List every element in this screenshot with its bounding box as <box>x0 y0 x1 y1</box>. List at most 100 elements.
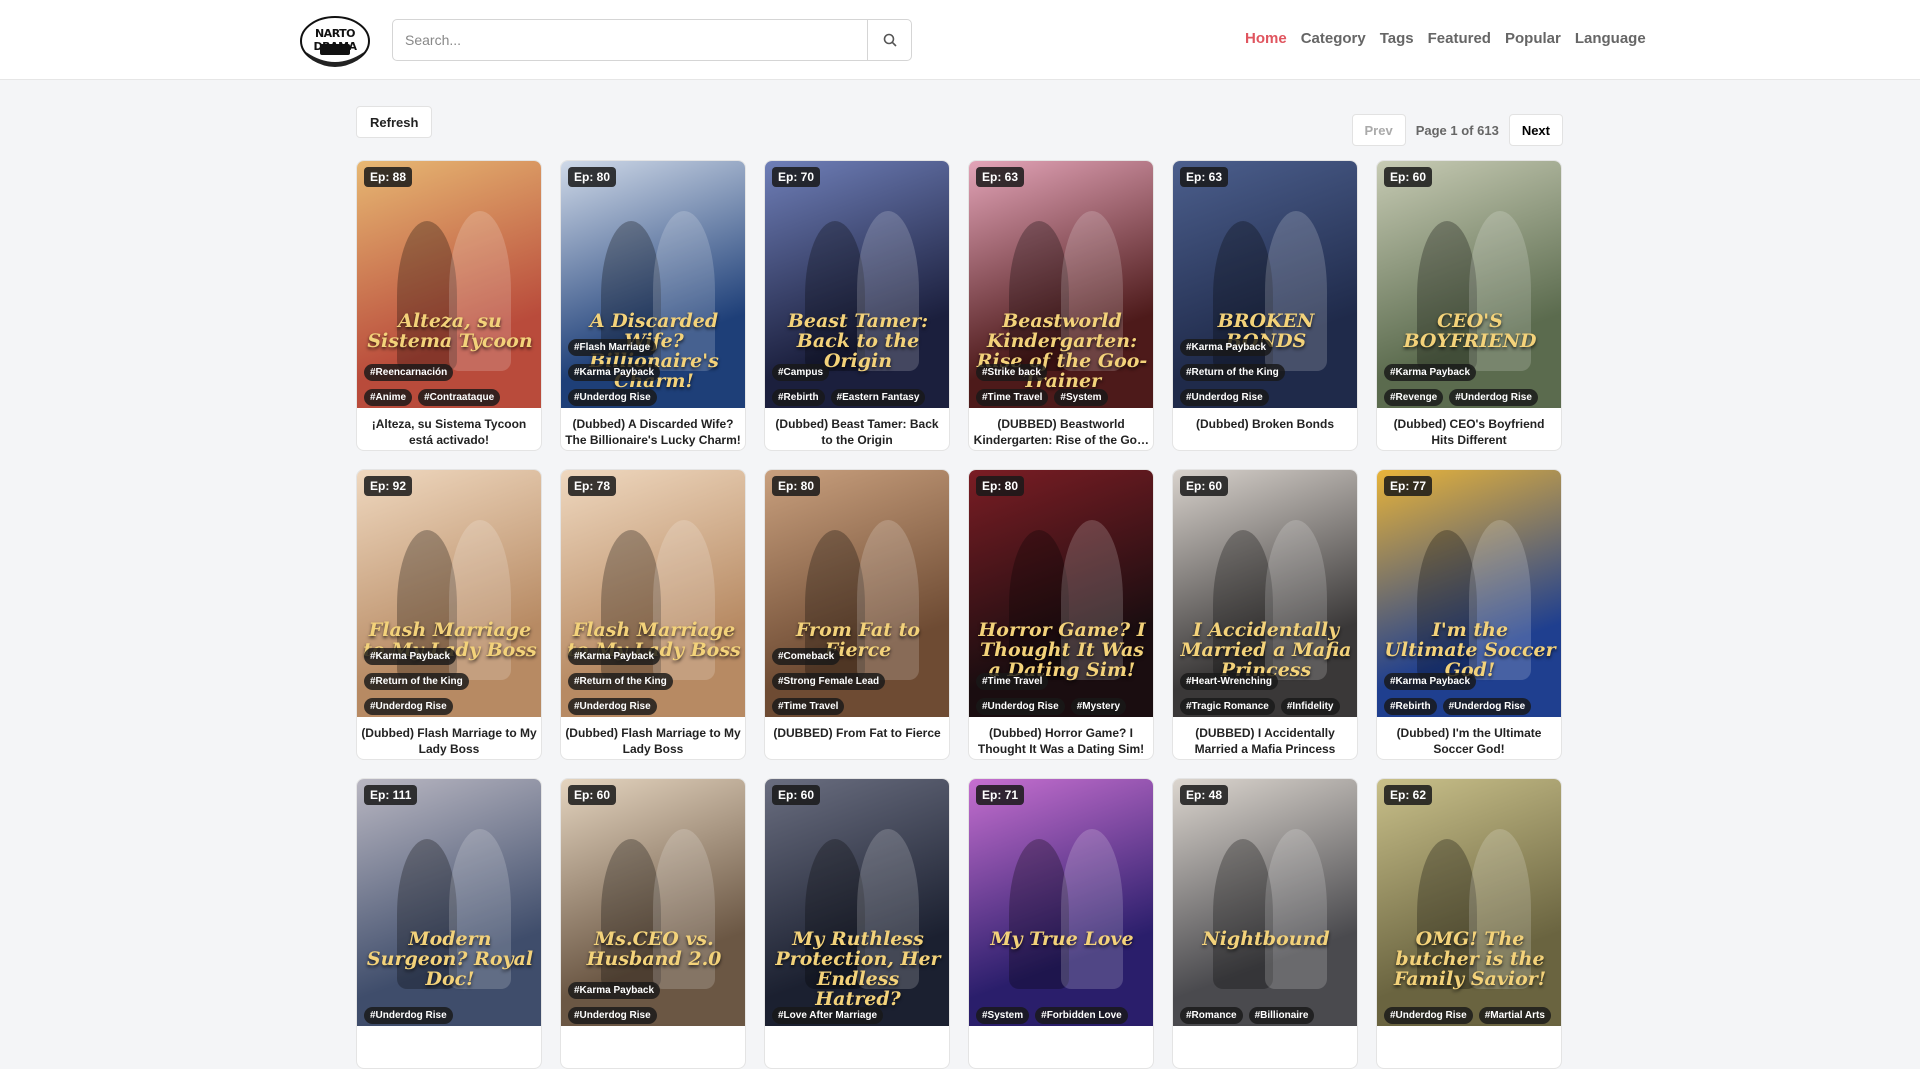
tag-chip[interactable]: #Karma Payback <box>364 648 457 665</box>
tag-chip[interactable]: #Time Travel <box>976 389 1049 406</box>
tag-chip[interactable]: #Return of the King <box>1180 364 1285 381</box>
card-title[interactable]: (Dubbed) Broken Bonds <box>1177 416 1353 432</box>
tag-chip[interactable]: #Underdog Rise <box>568 1007 657 1024</box>
card-title[interactable]: (DUBBED) I Accidentally Married a Mafia … <box>1177 725 1353 757</box>
nav-language[interactable]: Language <box>1575 30 1646 47</box>
tag-chip[interactable]: #Underdog Rise <box>1384 1007 1473 1024</box>
prev-page-button[interactable]: Prev <box>1351 114 1406 146</box>
tag-chip[interactable]: #Romance <box>1180 1007 1243 1024</box>
nav-featured[interactable]: Featured <box>1428 30 1491 47</box>
nav-popular[interactable]: Popular <box>1505 30 1561 47</box>
nav-tags[interactable]: Tags <box>1380 30 1414 47</box>
tag-chip[interactable]: #Tragic Romance <box>1180 698 1275 715</box>
tag-chip[interactable]: #Anime <box>364 389 413 406</box>
tag-chip[interactable]: #System <box>976 1007 1030 1024</box>
drama-card[interactable]: Beastworld Kindergarten: Rise of the Goo… <box>968 160 1154 451</box>
poster-image[interactable]: From Fat to Fierce Ep: 80 #Time Travel #Str… <box>765 470 949 717</box>
next-page-button[interactable]: Next <box>1508 114 1563 146</box>
card-title[interactable]: (DUBBED) Beastworld Kindergarten: Rise o… <box>973 416 1149 448</box>
poster-image[interactable]: Flash Marriage to My Lady BossEp: 92#Und… <box>357 470 541 717</box>
tag-chip[interactable]: #Time Travel <box>976 673 1049 690</box>
nav-category[interactable]: Category <box>1301 30 1366 47</box>
card-title[interactable]: (Dubbed) CEO's Boyfriend Hits Different <box>1381 416 1557 448</box>
card-title[interactable]: ¡Alteza, su Sistema Tycoon está activado… <box>361 416 537 448</box>
drama-card[interactable]: Horror Game? I Thought It Was a Dating S… <box>968 469 1154 760</box>
poster-image[interactable]: Alteza, su Sistema Tycoon Ep: 88 #Anime #Co… <box>357 161 541 408</box>
drama-card[interactable]: CEO'S BOYFRIEND Ep: 60 #Revenge #Underdog R… <box>1376 160 1562 451</box>
tag-chip[interactable]: #Underdog Rise <box>568 389 657 406</box>
tag-chip[interactable]: #Karma Payback <box>568 364 661 381</box>
tag-chip[interactable]: #Rebirth <box>772 389 825 406</box>
card-title[interactable]: (Dubbed) Beast Tamer: Back to the Origin <box>769 416 945 448</box>
poster-image[interactable]: Modern Surgeon? Royal Doc! Ep: 111 #Underd… <box>357 779 541 1026</box>
tag-chip[interactable]: #Eastern Fantasy <box>830 389 926 406</box>
tag-chip[interactable]: #Underdog Rise <box>976 698 1065 715</box>
tag-chip[interactable]: #Billionaire <box>1248 1007 1315 1024</box>
tag-chip[interactable]: #Karma Payback <box>568 648 661 665</box>
tag-chip[interactable]: #Rebirth <box>1384 698 1437 715</box>
tag-chip[interactable]: #Underdog Rise <box>364 698 453 715</box>
tag-chip[interactable]: #Campus <box>772 364 830 381</box>
tag-chip[interactable]: #Return of the King <box>364 673 469 690</box>
poster-image[interactable]: Flash Marriage to My Lady BossEp: 78#Und… <box>561 470 745 717</box>
poster-image[interactable]: Horror Game? I Thought It Was a Dating S… <box>969 470 1153 717</box>
tag-chip[interactable]: #Martial Arts <box>1478 1007 1551 1024</box>
card-title[interactable]: (Dubbed) Flash Marriage to My Lady Boss <box>565 725 741 757</box>
drama-card[interactable]: Alteza, su Sistema Tycoon Ep: 88 #Anime #Co… <box>356 160 542 451</box>
nav-home[interactable]: Home <box>1245 30 1287 47</box>
tag-chip[interactable]: #Karma Payback <box>568 982 661 999</box>
drama-card[interactable]: BROKEN BONDSEp: 63#Underdog Rise#Return … <box>1172 160 1358 451</box>
poster-image[interactable]: Beast Tamer: Back to the Origin Ep: 70 #Re… <box>765 161 949 408</box>
drama-card[interactable]: My Ruthless Protection, Her Endless Hatr… <box>764 778 950 1069</box>
drama-card[interactable]: Beast Tamer: Back to the Origin Ep: 70 #Re… <box>764 160 950 451</box>
drama-card[interactable]: OMG! The butcher is the Family Savior! Ep… <box>1376 778 1562 1069</box>
tag-chip[interactable]: #Strong Female Lead <box>772 673 886 690</box>
tag-chip[interactable]: #System <box>1054 389 1108 406</box>
tag-chip[interactable]: #Time Travel <box>772 698 845 715</box>
tag-chip[interactable]: #Revenge <box>1384 389 1444 406</box>
tag-chip[interactable]: #Karma Payback <box>1180 339 1273 356</box>
drama-card[interactable]: I'm the Ultimate Soccer God! Ep: 77 #Rebir… <box>1376 469 1562 760</box>
tag-chip[interactable]: #Underdog Rise <box>1442 698 1532 715</box>
drama-card[interactable]: Ms.CEO vs. Husband 2.0 Ep: 60 #Underdog Ri… <box>560 778 746 1069</box>
card-title[interactable]: (Dubbed) A Discarded Wife? The Billionai… <box>565 416 741 448</box>
card-title[interactable]: (DUBBED) From Fat to Fierce <box>769 725 945 741</box>
poster-image[interactable]: Nightbound Ep: 48 #Romance #Billionaire <box>1173 779 1357 1026</box>
tag-chip[interactable]: #Infidelity <box>1280 698 1340 715</box>
poster-image[interactable]: My Ruthless Protection, Her Endless Hatr… <box>765 779 949 1026</box>
poster-image[interactable]: Beastworld Kindergarten: Rise of the Goo… <box>969 161 1153 408</box>
drama-card[interactable]: My True Love Ep: 71 #System #Forbidden Love <box>968 778 1154 1069</box>
drama-card[interactable]: Nightbound Ep: 48 #Romance #Billionaire <box>1172 778 1358 1069</box>
card-title[interactable]: (Dubbed) I'm the Ultimate Soccer God! <box>1381 725 1557 757</box>
tag-chip[interactable]: #Underdog Rise <box>1180 389 1269 406</box>
tag-chip[interactable]: #Flash Marriage <box>568 339 657 356</box>
poster-image[interactable]: My True Love Ep: 71 #System #Forbidden Love <box>969 779 1153 1026</box>
poster-image[interactable]: CEO'S BOYFRIEND Ep: 60 #Revenge #Underdog R… <box>1377 161 1561 408</box>
tag-chip[interactable]: #Underdog Rise <box>568 698 657 715</box>
search-button[interactable] <box>867 20 911 60</box>
tag-chip[interactable]: #Underdog Rise <box>364 1007 453 1024</box>
poster-image[interactable]: A Discarded Wife? Billionaire's Charm! Ep… <box>561 161 745 408</box>
site-logo[interactable]: NARTO DRAMA <box>298 14 372 68</box>
card-title[interactable]: (Dubbed) Horror Game? I Thought It Was a… <box>973 725 1149 757</box>
drama-card[interactable]: A Discarded Wife? Billionaire's Charm! Ep… <box>560 160 746 451</box>
refresh-button[interactable]: Refresh <box>356 106 433 138</box>
poster-image[interactable]: I Accidentally Married a Mafia Princess E… <box>1173 470 1357 717</box>
drama-card[interactable]: I Accidentally Married a Mafia Princess E… <box>1172 469 1358 760</box>
poster-image[interactable]: I'm the Ultimate Soccer God! Ep: 77 #Rebir… <box>1377 470 1561 717</box>
card-title[interactable]: (Dubbed) Flash Marriage to My Lady Boss <box>361 725 537 757</box>
tag-chip[interactable]: #Reencarnación <box>364 364 454 381</box>
tag-chip[interactable]: #Karma Payback <box>1384 364 1477 381</box>
tag-chip[interactable]: #Forbidden Love <box>1035 1007 1128 1024</box>
tag-chip[interactable]: #Underdog Rise <box>1449 389 1538 406</box>
tag-chip[interactable]: #Return of the King <box>568 673 673 690</box>
drama-card[interactable]: Flash Marriage to My Lady BossEp: 92#Und… <box>356 469 542 760</box>
poster-image[interactable]: OMG! The butcher is the Family Savior! Ep… <box>1377 779 1561 1026</box>
poster-image[interactable]: Ms.CEO vs. Husband 2.0 Ep: 60 #Underdog Ri… <box>561 779 745 1026</box>
tag-chip[interactable]: #Strike back <box>976 364 1047 381</box>
tag-chip[interactable]: #Comeback <box>772 648 841 665</box>
tag-chip[interactable]: #Contraataque <box>418 389 501 406</box>
drama-card[interactable]: Flash Marriage to My Lady BossEp: 78#Und… <box>560 469 746 760</box>
tag-chip[interactable]: #Mystery <box>1070 698 1127 715</box>
tag-chip[interactable]: #Love After Marriage <box>772 1007 884 1024</box>
